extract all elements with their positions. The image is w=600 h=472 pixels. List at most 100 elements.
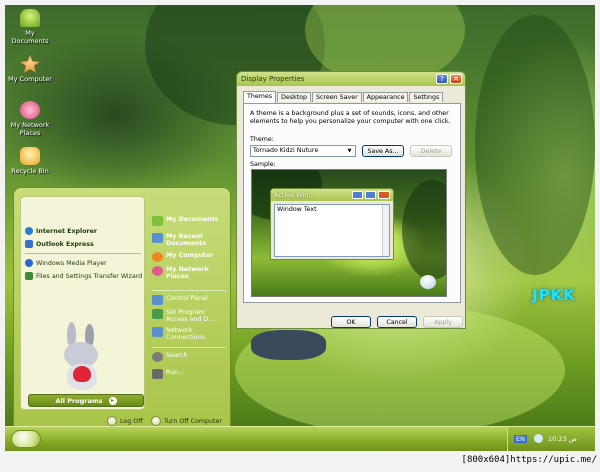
menu-separator [152,347,226,348]
help-button[interactable]: ? [436,74,448,84]
menu-separator [152,290,226,291]
dialog-tabs: Themes Desktop Screen Saver Appearance S… [243,91,444,103]
tab-themes[interactable]: Themes [243,91,276,103]
menu-item-network-connections[interactable]: Network Connections [152,327,228,341]
system-tray: EN 10:23 ص [507,427,595,451]
recycle-bin-icon [20,147,40,165]
desktop-icon-label: My Computer [8,75,52,83]
maximize-icon [365,191,376,199]
my-documents-icon [152,216,163,226]
log-off-icon [107,416,117,426]
program-access-icon [152,309,163,319]
desktop-icon-network-places[interactable]: My Network Places [7,101,53,137]
sample-active-window: Active Win... Window Text [270,188,394,260]
arrow-right-icon: ▸ [108,396,117,405]
outlook-express-icon [25,240,33,248]
recent-documents-icon [152,233,163,243]
bunny-mascot-image [61,322,103,392]
desktop-icon-label: My Network Places [10,121,50,137]
menu-item-network-places[interactable]: My Network Places [152,266,228,280]
tab-screen-saver[interactable]: Screen Saver [311,92,362,102]
language-indicator[interactable]: EN [514,435,527,443]
menu-separator [25,253,141,254]
tray-app-icon[interactable] [534,434,543,443]
control-panel-icon [152,295,163,305]
menu-item-label: Internet Explorer [36,227,98,235]
tree-trunk-right [475,15,595,275]
desktop-icon-recycle-bin[interactable]: Recycle Bin [7,147,53,175]
menu-item-label: Run... [166,369,185,376]
desktop-screen: My Documents My Computer My Network Plac… [5,5,595,451]
close-icon [378,191,390,199]
menu-item-label: My Computer [166,252,214,259]
menu-item-windows-media-player[interactable]: Windows Media Player [25,259,143,267]
menu-item-search[interactable]: Search [152,352,228,362]
apply-button[interactable]: Apply [423,316,463,328]
network-places-icon [20,101,40,119]
sample-label: Sample: [250,161,276,168]
menu-item-label: Search [166,352,188,359]
cancel-button[interactable]: Cancel [377,316,417,328]
start-menu-programs-pane: Internet Explorer Outlook Express Window… [20,196,145,410]
close-button[interactable]: ✕ [450,74,462,84]
delete-button[interactable]: Delete [410,145,452,157]
internet-explorer-icon [25,227,33,235]
menu-item-my-computer[interactable]: My Computer [152,252,228,262]
ok-button[interactable]: OK [331,316,371,328]
menu-item-recent-documents[interactable]: My Recent Documents [152,233,228,247]
log-off-button[interactable]: Log Off [107,416,143,426]
menu-item-control-panel[interactable]: Control Panel [152,295,228,305]
start-menu-places-pane: My Documents My Recent Documents My Comp… [152,216,228,406]
menu-item-label: Set Program Access and D... [166,309,215,323]
themes-description: A theme is a background plus a set of so… [250,110,451,125]
desktop-icon-my-computer[interactable]: My Computer [7,55,53,83]
menu-item-run[interactable]: Run... [152,369,228,379]
menu-item-label: Network Connections [166,327,205,341]
theme-label: Theme: [250,136,274,143]
desktop-icon-label: My Documents [11,29,49,45]
recycle-bin-icon [420,275,436,289]
sample-scrollbar [382,205,389,256]
menu-item-label: My Documents [166,216,219,223]
start-button[interactable] [11,430,41,448]
desktop-icon-label: Recycle Bin [11,167,49,175]
image-frame: My Documents My Computer My Network Plac… [0,0,600,472]
menu-item-label: Control Panel [166,295,208,302]
menu-item-program-access[interactable]: Set Program Access and D... [152,309,228,323]
turn-off-button[interactable]: Turn Off Computer [151,416,222,426]
theme-sample-preview: Active Win... Window Text [251,169,447,297]
start-menu: Internet Explorer Outlook Express Window… [13,187,231,432]
desktop-icon-my-documents[interactable]: My Documents [7,9,53,45]
dialog-titlebar[interactable]: Display Properties ? ✕ [237,72,465,86]
menu-item-label: My Network Places [166,266,209,280]
help-icon: ? [440,75,444,83]
sample-window-titlebar: Active Win... [271,189,393,201]
tab-appearance[interactable]: Appearance [362,92,409,102]
menu-item-transfer-wizard[interactable]: Files and Settings Transfer Wizard [25,272,143,280]
menu-item-label: My Recent Documents [166,233,206,247]
menu-item-label: Windows Media Player [36,259,107,267]
theme-select[interactable]: Tornado Kidzi Nuture ▼ [250,145,356,157]
close-icon: ✕ [453,75,459,83]
sample-window-text: Window Text [277,206,317,213]
network-places-icon [152,266,163,276]
theme-select-value: Tornado Kidzi Nuture [253,147,319,154]
media-player-icon [25,259,33,267]
jpkk-watermark: JPKK [532,286,576,304]
sample-window-title: Active Win... [274,191,315,199]
search-icon [152,352,163,362]
sample-tree [402,180,446,280]
all-programs-button[interactable]: All Programs ▸ [28,394,144,407]
network-connections-icon [152,327,163,337]
menu-item-internet-explorer[interactable]: Internet Explorer [25,227,143,235]
image-credit: [800x604]https://upic.me/ [461,455,597,465]
menu-item-my-documents[interactable]: My Documents [152,216,228,226]
tab-desktop[interactable]: Desktop [277,92,311,102]
menu-item-outlook-express[interactable]: Outlook Express [25,240,143,248]
menu-item-label: Outlook Express [36,240,94,248]
tab-settings[interactable]: Settings [409,92,444,102]
save-as-button[interactable]: Save As... [362,145,404,157]
log-off-label: Log Off [120,417,143,425]
taskbar: EN 10:23 ص [5,426,595,451]
all-programs-label: All Programs [55,396,103,405]
